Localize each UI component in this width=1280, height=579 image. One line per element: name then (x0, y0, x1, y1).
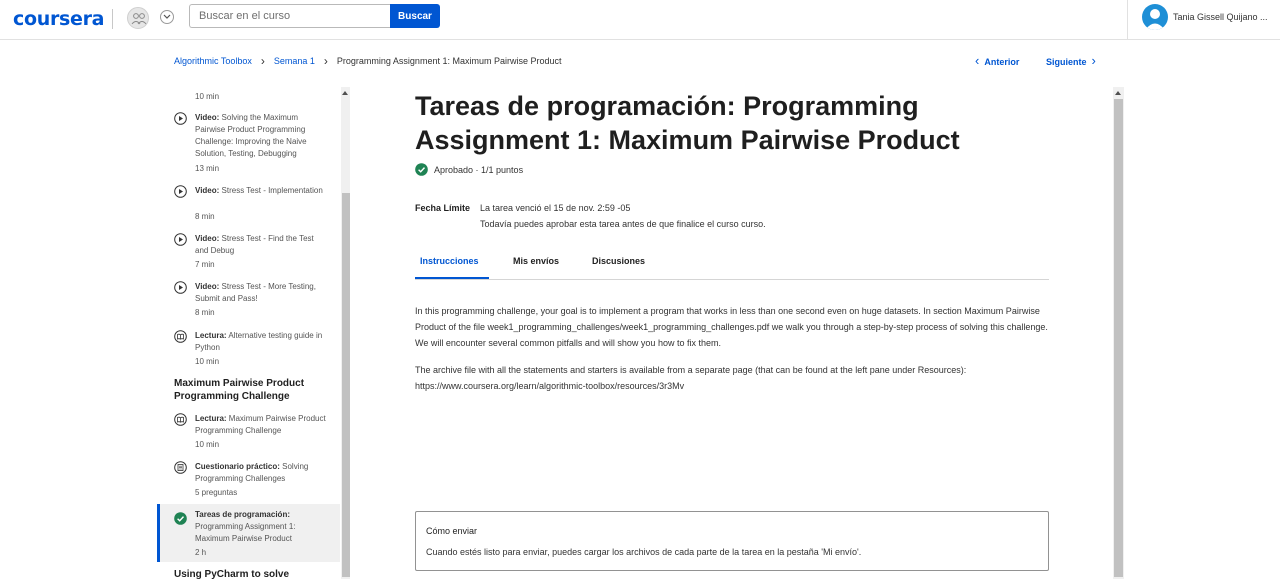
course-sidebar: 10 min Video: Solving the Maximum Pairwi… (157, 87, 340, 579)
quiz-icon (174, 461, 187, 474)
sidebar-item-reading[interactable]: Lectura: Alternative testing guide in Py… (157, 329, 340, 369)
section-heading[interactable]: Using PyCharm to solve (174, 568, 324, 579)
next-label: Siguiente (1046, 57, 1087, 67)
avatar[interactable] (1142, 4, 1168, 30)
item-duration: 10 min (195, 92, 220, 101)
item-title: Video: Stress Test - More Testing, Submi… (195, 282, 316, 303)
scroll-up-arrow-icon[interactable] (1115, 91, 1121, 95)
scrollbar-thumb[interactable] (342, 193, 350, 577)
reading-icon (174, 330, 187, 343)
deadline-label: Fecha Límite (415, 203, 471, 213)
page-title: Tareas de programación: Programming Assi… (415, 91, 960, 155)
item-title: Cuestionario práctico: Solving Programmi… (195, 462, 309, 483)
breadcrumb: Algorithmic Toolbox › Semana 1 › Program… (174, 53, 562, 68)
breadcrumb-week[interactable]: Semana 1 (274, 56, 315, 66)
item-title: Tareas de programación: Programming Assi… (195, 510, 296, 543)
item-title: Lectura: Maximum Pairwise Product Progra… (195, 414, 326, 435)
user-name[interactable]: Tania Gissell Quijano ... (1173, 12, 1268, 22)
previous-label: Anterior (984, 57, 1020, 67)
item-title: Video: Stress Test - Implementation (195, 186, 323, 195)
chevron-right-icon: › (260, 53, 265, 68)
how-to-submit-box: Cómo enviar Cuando estés listo para envi… (415, 511, 1049, 571)
tab-discussions[interactable]: Discusiones (592, 256, 645, 266)
scrollbar-thumb[interactable] (1114, 99, 1123, 577)
item-duration: 7 min (195, 260, 215, 269)
section-heading[interactable]: Maximum Pairwise Product Programming Cha… (174, 377, 324, 403)
item-duration: 13 min (195, 164, 220, 173)
item-duration: 2 h (195, 548, 207, 557)
item-title: Video: Stress Test - Find the Test and D… (195, 234, 314, 255)
search-input[interactable] (189, 4, 391, 28)
coursera-logo[interactable]: coursera (13, 8, 105, 30)
item-title: Video: Solving the Maximum Pairwise Prod… (195, 113, 307, 158)
status-text: Aprobado · 1/1 puntos (434, 164, 524, 175)
breadcrumb-current: Programming Assignment 1: Maximum Pairwi… (336, 56, 562, 66)
play-circle-icon (174, 185, 187, 198)
breadcrumb-course[interactable]: Algorithmic Toolbox (174, 56, 252, 66)
sidebar-item[interactable]: 10 min (157, 87, 340, 101)
sidebar-item-video[interactable]: Video: Stress Test - Find the Test and D… (157, 232, 340, 272)
play-circle-icon (174, 281, 187, 294)
sidebar-item-video[interactable]: Video: Stress Test - More Testing, Submi… (157, 280, 340, 320)
item-duration: 8 min (195, 212, 215, 221)
item-duration: 10 min (195, 440, 220, 449)
content-scrollbar[interactable] (1113, 87, 1124, 579)
sidebar-item-quiz[interactable]: Cuestionario práctico: Solving Programmi… (157, 460, 340, 500)
instructions-paragraph: The archive file with all the statements… (415, 365, 967, 391)
people-icon[interactable] (127, 7, 149, 29)
play-circle-icon (174, 233, 187, 246)
tab-instructions[interactable]: Instrucciones (420, 256, 479, 266)
divider (112, 9, 113, 29)
sidebar-item-reading[interactable]: Lectura: Maximum Pairwise Product Progra… (157, 412, 340, 452)
deadline-note: Todavía puedes aprobar esta tarea antes … (480, 219, 766, 229)
tab-submissions[interactable]: Mis envíos (513, 256, 559, 266)
item-duration: 10 min (195, 357, 220, 366)
top-bar: coursera Buscar Tania Gissell Quijano ..… (0, 0, 1280, 40)
chevron-right-icon: › (323, 53, 328, 68)
tab-bar: Instrucciones Mis envíos Discusiones (415, 255, 1049, 280)
chevron-left-icon: ‹ (975, 53, 980, 68)
sidebar-scrollbar[interactable] (341, 87, 350, 579)
next-button[interactable]: Siguiente › (1046, 53, 1096, 68)
item-duration: 8 min (195, 308, 215, 317)
grade-status: Aprobado · 1/1 puntos (415, 163, 523, 176)
chevron-right-icon: › (1091, 53, 1096, 68)
reading-icon (174, 413, 187, 426)
callout-title: Cómo enviar (426, 526, 478, 536)
item-title: Lectura: Alternative testing guide in Py… (195, 331, 323, 352)
deadline-text: La tarea venció el 15 de nov. 2:59 -05 (480, 203, 631, 213)
instructions-paragraph: In this programming challenge, your goal… (415, 306, 1048, 348)
play-circle-icon (174, 112, 187, 125)
check-circle-icon (174, 512, 187, 525)
scroll-up-arrow-icon[interactable] (342, 91, 348, 95)
active-tab-indicator (415, 277, 489, 279)
previous-button[interactable]: ‹ Anterior (975, 53, 1020, 68)
item-duration: 5 preguntas (195, 488, 238, 497)
callout-body: Cuando estés listo para enviar, puedes c… (426, 547, 862, 557)
divider (1127, 0, 1128, 40)
sidebar-item-video[interactable]: Video: Solving the Maximum Pairwise Prod… (157, 111, 340, 175)
search-button[interactable]: Buscar (390, 4, 440, 28)
sidebar-item-assignment-active[interactable]: Tareas de programación: Programming Assi… (157, 508, 340, 560)
chevron-down-icon[interactable] (160, 10, 174, 24)
sidebar-item-video[interactable]: Video: Stress Test - Implementation 8 mi… (157, 184, 340, 224)
check-circle-icon (415, 163, 428, 176)
